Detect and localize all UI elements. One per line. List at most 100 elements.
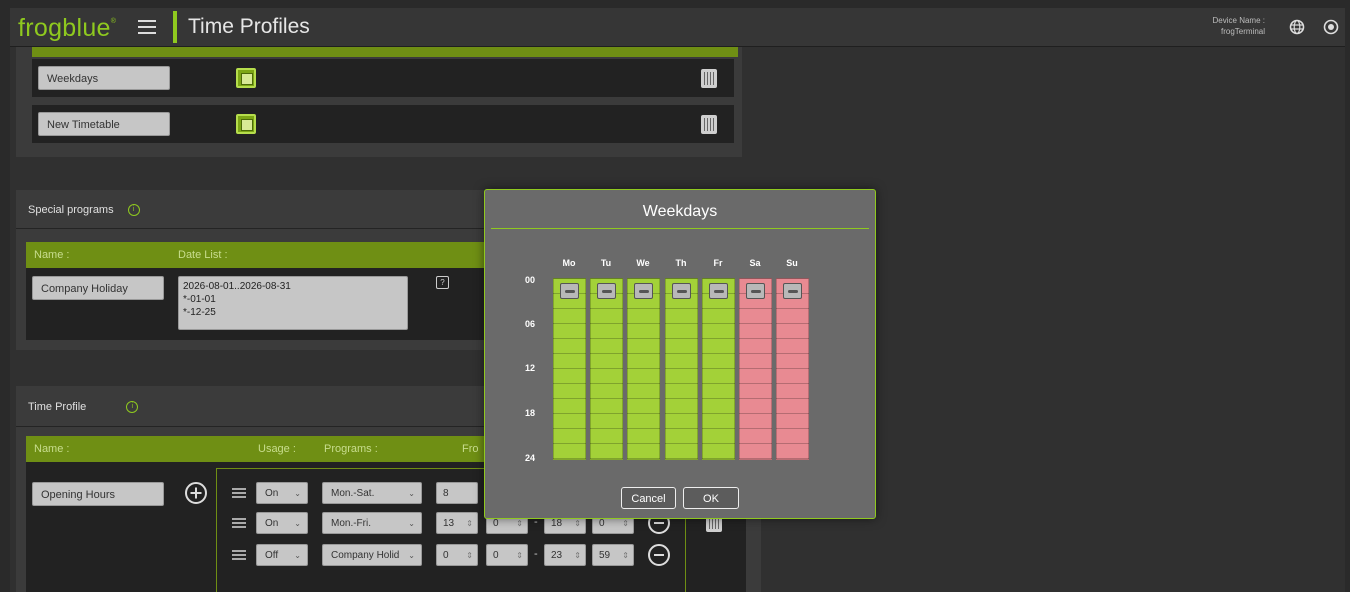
chevron-down-icon: ⌄ [408, 489, 415, 498]
date-list-line: *-12-25 [183, 307, 216, 318]
day-column-th[interactable] [665, 278, 698, 460]
usage-value: Off [265, 550, 279, 561]
from-minute-stepper[interactable]: 0 ⇕ [486, 544, 528, 566]
time-profile-title: Time Profile [28, 401, 87, 413]
help-icon[interactable]: ? [436, 276, 449, 289]
chevron-down-icon: ⌄ [294, 551, 301, 560]
column-programs-label: Programs : [324, 443, 378, 455]
page-title: Time Profiles [188, 15, 310, 38]
key-icon[interactable] [709, 283, 728, 299]
chevron-down-icon: ⌄ [408, 519, 415, 528]
day-label: Th [675, 258, 687, 268]
logo: frogblue® [18, 14, 116, 43]
device-name-value: frogTerminal [1220, 27, 1265, 36]
to-hour-value: 18 [551, 518, 563, 529]
to-hour-value: 23 [551, 550, 563, 561]
hour-label: 18 [525, 408, 536, 418]
program-select[interactable]: Company Holid ⌄ [322, 544, 422, 566]
date-list-textarea[interactable]: 2026-08-01..2026-08-31 *-01-01 *-12-25 [178, 276, 408, 330]
timetables-panel: Weekdays New Timetable [16, 47, 742, 157]
column-name-label: Name : [34, 443, 70, 455]
from-hour-stepper[interactable]: 13 ⇕ [436, 512, 478, 534]
key-icon[interactable] [634, 283, 653, 299]
spinner-icon: ⇕ [574, 551, 581, 560]
weekdays-dialog: Weekdays 00 06 12 18 24 Mo Tu We Th Fr S… [484, 189, 876, 519]
delete-icon[interactable] [701, 69, 717, 88]
calendar-icon[interactable] [236, 68, 256, 88]
usage-select[interactable]: On ⌄ [256, 512, 308, 534]
day-column-tu[interactable] [590, 278, 623, 460]
timetable-name-button[interactable]: Weekdays [38, 66, 170, 90]
program-select[interactable]: Mon.-Fri. ⌄ [322, 512, 422, 534]
column-dates-label: Date List : [178, 249, 228, 261]
from-hour-value: 13 [443, 518, 455, 529]
drag-handle-icon[interactable] [232, 488, 246, 498]
add-circle-icon[interactable] [184, 481, 208, 505]
hamburger-menu-icon[interactable] [138, 20, 156, 34]
to-hour-stepper[interactable]: 23 ⇕ [544, 544, 586, 566]
calendar-icon[interactable] [236, 114, 256, 134]
day-column-we[interactable] [627, 278, 660, 460]
day-label: Fr [713, 258, 723, 268]
key-icon[interactable] [783, 283, 802, 299]
day-column-sa[interactable] [739, 278, 772, 460]
ok-button[interactable]: OK [683, 487, 739, 509]
program-value: Mon.-Fri. [331, 518, 371, 529]
day-column-mo[interactable] [553, 278, 586, 460]
from-minute-value: 0 [493, 550, 499, 561]
column-name-label: Name : [34, 249, 70, 261]
column-from-label: Fro [462, 443, 479, 455]
day-column-fr[interactable] [702, 278, 735, 460]
header-separator [173, 11, 177, 43]
key-icon[interactable] [560, 283, 579, 299]
timetable-row: Weekdays [32, 59, 734, 97]
program-select[interactable]: Mon.-Sat. ⌄ [322, 482, 422, 504]
key-icon[interactable] [672, 283, 691, 299]
from-hour-stepper[interactable]: 8 [436, 482, 478, 504]
hour-label: 12 [525, 363, 536, 373]
program-value: Mon.-Sat. [331, 488, 375, 499]
profile-name-button[interactable]: Opening Hours [32, 482, 164, 506]
from-hour-value: 0 [443, 550, 449, 561]
hour-label: 24 [525, 453, 536, 463]
info-icon[interactable]: i [126, 401, 139, 414]
day-column-su[interactable] [776, 278, 809, 460]
day-label: Mo [562, 258, 576, 268]
drag-handle-icon[interactable] [232, 518, 246, 528]
day-label: Sa [749, 258, 761, 268]
timetable-name-button[interactable]: New Timetable [38, 112, 170, 136]
timetables-header-bar [32, 47, 738, 57]
cancel-button[interactable]: Cancel [621, 487, 676, 509]
from-hour-stepper[interactable]: 0 ⇕ [436, 544, 478, 566]
from-hour-value: 8 [443, 488, 449, 499]
date-list-line: 2026-08-01..2026-08-31 [183, 281, 291, 292]
globe-icon[interactable] [1288, 18, 1306, 36]
time-profile-heading: Time Profile i [28, 401, 139, 414]
usage-value: On [265, 518, 279, 529]
delete-icon[interactable] [701, 115, 717, 134]
date-list-line: *-01-01 [183, 294, 216, 305]
header-bar: frogblue® Time Profiles Device Name : fr… [10, 8, 1345, 47]
usage-value: On [265, 488, 279, 499]
logo-text: frogblue [18, 14, 111, 42]
to-minute-stepper[interactable]: 59 ⇕ [592, 544, 634, 566]
time-range-separator: - [534, 548, 538, 560]
remove-row-icon[interactable] [648, 544, 670, 566]
spinner-icon: ⇕ [466, 551, 473, 560]
key-icon[interactable] [597, 283, 616, 299]
info-icon[interactable]: i [127, 204, 140, 217]
dialog-title-underline [491, 228, 869, 229]
spinner-icon: ⇕ [622, 551, 629, 560]
chevron-down-icon: ⌄ [294, 489, 301, 498]
day-label: Su [786, 258, 798, 268]
usage-select[interactable]: Off ⌄ [256, 544, 308, 566]
usage-select[interactable]: On ⌄ [256, 482, 308, 504]
spinner-icon: ⇕ [466, 519, 473, 528]
record-icon[interactable] [1322, 18, 1340, 36]
to-minute-value: 0 [599, 518, 605, 529]
hour-label: 06 [525, 319, 536, 329]
special-program-name-button[interactable]: Company Holiday [32, 276, 164, 300]
key-icon[interactable] [746, 283, 765, 299]
drag-handle-icon[interactable] [232, 550, 246, 560]
device-info: Device Name : frogTerminal [1213, 15, 1265, 37]
